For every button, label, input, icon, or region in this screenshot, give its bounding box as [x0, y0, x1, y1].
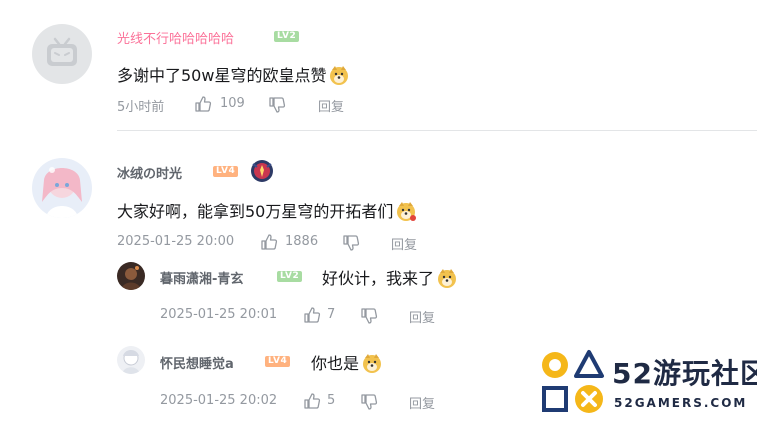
- doge-emoji-icon: [436, 267, 458, 293]
- comment-text-body: 多谢中了50w星穹的欧皇点赞: [117, 66, 327, 85]
- reply-time: 2025-01-25 20:02: [160, 393, 278, 408]
- watermark-brand: 52游玩社区: [612, 357, 757, 390]
- reply-username[interactable]: 暮雨潇湘-青玄: [160, 268, 243, 287]
- comment-username[interactable]: 光线不行哈哈哈哈哈: [117, 28, 234, 47]
- thumbs-down-icon[interactable]: [268, 96, 286, 114]
- reply-button[interactable]: 回复: [391, 234, 417, 253]
- comment-text-body: 大家好啊，能拿到50万星穹的开拓者们: [117, 202, 394, 221]
- comment-time: 2025-01-25 20:00: [117, 234, 235, 249]
- thumbs-down-icon[interactable]: [360, 307, 378, 325]
- thumbs-up-icon[interactable]: [260, 233, 278, 251]
- thumbs-down-icon[interactable]: [360, 393, 378, 411]
- reply-text: 你也是: [311, 350, 383, 378]
- avatar[interactable]: [117, 262, 145, 290]
- playstation-symbols-icon: [542, 350, 604, 413]
- like-count: 5: [327, 393, 336, 408]
- reply-text: 好伙计，我来了: [322, 265, 458, 293]
- comment-divider: [117, 130, 757, 131]
- comment-username[interactable]: 冰绒の时光: [117, 163, 182, 182]
- reply-text-body: 你也是: [311, 354, 360, 373]
- like-count: 109: [220, 96, 245, 111]
- thumbs-up-icon[interactable]: [303, 306, 321, 324]
- comment-text: 多谢中了50w星穹的欧皇点赞: [117, 62, 350, 90]
- reply-time: 2025-01-25 20:01: [160, 307, 278, 322]
- reply-button[interactable]: 回复: [318, 96, 344, 115]
- like-count: 1886: [285, 234, 319, 249]
- level-badge: LV4: [265, 356, 291, 367]
- fan-medal-icon: [249, 158, 275, 184]
- like-count: 7: [327, 307, 336, 322]
- doge-emoji-icon: [395, 200, 417, 226]
- doge-emoji-icon: [361, 352, 383, 378]
- avatar[interactable]: [32, 24, 92, 84]
- reply-button[interactable]: 回复: [409, 307, 435, 326]
- doge-emoji-icon: [328, 64, 350, 90]
- reply-button[interactable]: 回复: [409, 393, 435, 412]
- thumbs-down-icon[interactable]: [342, 234, 360, 252]
- watermark-logo: [538, 348, 610, 416]
- avatar[interactable]: [117, 346, 145, 374]
- level-badge: LV4: [213, 166, 239, 177]
- thumbs-up-icon[interactable]: [303, 392, 321, 410]
- reply-username[interactable]: 怀民想睡觉a: [160, 353, 234, 372]
- reply-text-body: 好伙计，我来了: [322, 269, 435, 288]
- thumbs-up-icon[interactable]: [194, 95, 212, 113]
- comment-time: 5小时前: [117, 100, 165, 115]
- level-badge: LV2: [277, 271, 303, 282]
- comment-text: 大家好啊，能拿到50万星穹的开拓者们: [117, 198, 417, 226]
- watermark-url: 52GAMERS.COM: [614, 396, 748, 410]
- tv-mascot-icon: [47, 37, 77, 66]
- level-badge: LV2: [274, 31, 300, 42]
- avatar[interactable]: [32, 158, 92, 218]
